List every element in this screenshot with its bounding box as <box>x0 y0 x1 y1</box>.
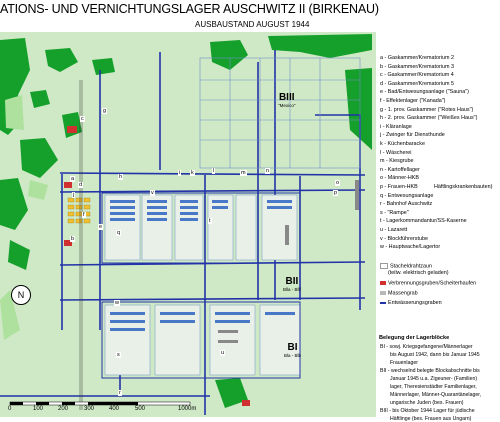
legend-item: a - Gaskammer/Krematorium 2 <box>380 55 454 61</box>
legend-item: s - "Rampe" <box>380 209 409 216</box>
legend-ditch: Entwässerungsgraben <box>380 300 442 306</box>
legend-item: h - 2. prov. Gaskammer ("Weißes Haus") <box>380 115 478 122</box>
map-letter-s: s <box>116 352 121 358</box>
grave-label: Massengrab <box>388 290 418 297</box>
map-subtitle: AUSBAUSTAND AUGUST 1944 <box>195 20 310 29</box>
map-letter-n: n <box>265 168 271 174</box>
sector-b1-code: BI <box>287 342 298 353</box>
sector-b2-label: BII Blla - Bllf <box>283 276 301 292</box>
map-letter-v: v <box>150 190 155 196</box>
map-title: ATIONS- UND VERNICHTUNGSLAGER AUSCHWITZ … <box>0 2 379 16</box>
sector-b1-name: Bla - Blb <box>284 353 302 358</box>
sector-b3-name: "Mexico" <box>278 103 296 108</box>
map-letter-w: w <box>114 300 120 306</box>
sector-b2-name: Blla - Bllf <box>283 287 301 292</box>
map-letter-f: f <box>82 212 86 218</box>
map-letter-c: c <box>80 116 85 122</box>
legend-item: c - Gaskammer/Krematorium 4 <box>380 72 454 79</box>
block-key-line: Januar 1945 u.a. Zigeuner- (Familien) <box>390 376 478 382</box>
map-letter-t: t <box>208 218 212 224</box>
north-arrow-icon: N <box>11 285 31 305</box>
hkb-note: Häftlingskrankenbauten) <box>434 184 493 190</box>
sector-b1-label: BI Bla - Blb <box>284 342 301 358</box>
scale-label-0: 0 <box>8 406 12 412</box>
legend: a - Gaskammer/Krematorium 2 b - Gaskammer… <box>376 53 500 422</box>
scale-bar <box>9 401 191 406</box>
map-letter-g: g <box>102 108 108 114</box>
map-letter-l: l <box>212 168 216 174</box>
map-letter-p: p <box>333 190 339 196</box>
scale-label-300: 300 <box>84 406 95 412</box>
legend-item: g - 1. prov. Gaskammer ("Rotes Haus") <box>380 106 474 113</box>
map-letter-q: q <box>116 230 122 236</box>
block-key-line: Frauenlager <box>390 360 418 366</box>
block-key-line: bis August 1942, dann bis Januar 1945 <box>390 352 480 358</box>
pits-label: Verbrennungsgruben/Scheiterhaufen <box>388 280 477 287</box>
legend-item: p - Frauen-HKB <box>380 184 418 190</box>
legend-item: q - Entwesungsanlage <box>380 192 434 199</box>
legend-item: t - Lagerkommandantur/SS-Kaserne <box>380 218 467 225</box>
legend-item: l - Wäscherei <box>380 149 412 156</box>
sector-b2-blocks <box>104 194 298 261</box>
pits-swatch-icon <box>380 281 386 285</box>
map-letter-j: j <box>72 192 76 198</box>
legend-item: i - Kläranlage <box>380 123 412 130</box>
map-letter-r: r <box>118 390 122 396</box>
map-letter-m: m <box>240 170 247 176</box>
legend-pits: Verbrennungsgruben/Scheiterhaufen <box>380 281 476 287</box>
ditch-swatch-icon <box>380 301 386 304</box>
legend-item: m - Kiesgrube <box>380 158 414 165</box>
map-letter-k: k <box>190 170 195 176</box>
sector-b2-code: BII <box>285 276 299 287</box>
legend-item: f - Effektenlager ("Kanada") <box>380 98 446 104</box>
map-letter-h: h <box>118 174 124 180</box>
fence-swatch-icon <box>380 263 388 269</box>
scale-label-200: 200 <box>58 406 69 412</box>
block-key-line: Häftlinge (bes. Frauen aus Ungarn) <box>390 416 472 422</box>
scale-label-500: 500 <box>135 406 146 412</box>
legend-item: j - Zwinger für Diensthunde <box>380 132 445 139</box>
block-key-line: lager, Theresienstädter Familienlager, <box>390 384 477 390</box>
legend-fence: Stacheldrahtzaun <box>380 263 432 270</box>
legend-item: b - Gaskammer/Krematorium 3 <box>380 63 454 70</box>
map-letter-e: e <box>98 224 104 230</box>
scale-label-100: 100 <box>33 406 44 412</box>
legend-item: r - Bahnhof Auschwitz <box>380 201 433 208</box>
map-letter-i: i <box>178 170 182 176</box>
block-key-line: Männerlager, Männer-Quarantänelager, <box>390 392 482 398</box>
legend-item: o - Männer-HKB <box>380 175 419 182</box>
map-letter-a: a <box>70 176 76 182</box>
fence-label: Stacheldrahtzaun <box>390 263 432 270</box>
legend-item: n - Kartoffellager <box>380 166 420 173</box>
block-key-line: BIII - bis Oktober 1944 Lager für jüdisc… <box>380 408 475 414</box>
grave-swatch-icon <box>380 291 386 295</box>
block-key-line: BII - wechselnd belegte Blockabschnitte … <box>380 368 480 374</box>
sector-b3-code: BIII <box>278 92 295 103</box>
legend-item: e - Bad/Entwesungsanlage ("Sauna") <box>380 89 469 96</box>
scale-label-end: 1000m <box>178 406 197 412</box>
legend-item: d - Gaskammer/Krematorium 5 <box>380 80 454 87</box>
legend-grave: Massengrab <box>380 291 418 297</box>
block-key-title: Belegung der Lagerblöcke <box>379 335 450 341</box>
map-letter-d: d <box>78 182 84 188</box>
legend-item: k - Küchenbaracke <box>380 141 425 147</box>
map-letter-b: b <box>70 236 76 242</box>
fence-note: (teilw. elektrisch geladen) <box>388 270 449 276</box>
map-letter-o: o <box>335 180 341 186</box>
legend-item: w - Hauptwache/Lagertor <box>380 244 441 251</box>
block-key-line: BI - sowj. Kriegsgefangene/Männerlager <box>380 344 473 350</box>
scale-label-400: 400 <box>109 406 120 412</box>
block-key-line: ungarische Juden (bes. Frauen) <box>390 400 464 406</box>
legend-item: u - Lazarett <box>380 227 408 233</box>
sector-b3-label: BIII "Mexico" <box>278 92 295 108</box>
legend-item: v - Blockführerstube <box>380 235 428 242</box>
ditch-label: Entwässerungsgraben <box>388 300 442 306</box>
map-letter-u: u <box>220 350 226 356</box>
